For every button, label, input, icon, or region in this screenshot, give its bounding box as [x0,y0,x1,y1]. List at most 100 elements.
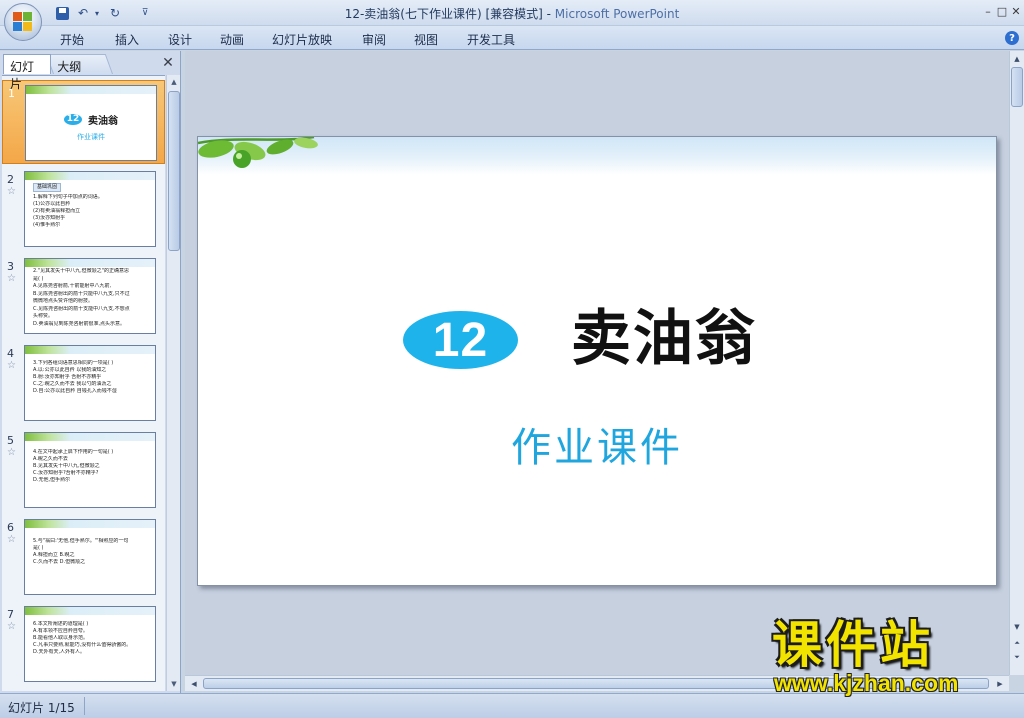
watermark: 课件站 www.kjzhan.com [772,616,1008,696]
previous-slide-icon[interactable]: ⏶ [1010,637,1024,649]
slide-thumbnail[interactable]: 6.本文所阐述的道理是( ) A.有本领不应自矜自夸。 B.能看他人取以身示范。… [24,606,156,682]
animation-star-icon: ☆ [7,621,16,632]
thumbnail-line: D.卖油翁见到陈尧咨射箭很准,点头示意。 [33,320,126,327]
scrollbar-thumb[interactable] [168,91,180,251]
thumbnail-line: 是( ) [33,545,44,551]
thumbnail-number: 2 [7,173,14,186]
vertical-scrollbar[interactable]: ▲ ▼ ⏶ ⏷ [1009,51,1024,675]
thumbnail-line: B.射:汝亦知射乎 吾射不亦精乎 [33,374,102,380]
thumbnail-line: C.见陈尧咨射出的箭十支能中八九支,不想点 [33,305,130,312]
thumbnail-line: 5.与"翁曰:'无他,但手熟尔。'"相照应的一句 [33,538,129,544]
office-button[interactable] [4,3,42,41]
watermark-logo-text: 课件站 [772,616,934,674]
thumbnail-number: 3 [7,260,14,273]
thumbnail-line: A.释担而立 B.睨之 [33,552,75,558]
thumbnail-row[interactable]: 2 ☆ 基础巩固 1.解释下列句子中加点的词语。 (1)公亦以此自矜 (2)有卖… [2,167,165,251]
scroll-up-icon[interactable]: ▲ [167,75,181,89]
next-slide-icon[interactable]: ⏷ [1010,651,1024,663]
thumbnail-line: 是( ) [33,275,44,282]
scroll-down-icon[interactable]: ▼ [167,677,181,691]
slide-thumbnail[interactable]: 基础巩固 1.解释下列句子中加点的词语。 (1)公亦以此自矜 (2)有卖油翁释担… [24,171,156,247]
close-pane-icon[interactable]: ✕ [160,55,176,71]
scrollbar-thumb[interactable] [1011,67,1023,107]
tab-developer[interactable]: 开发工具 [467,31,515,48]
thumbnail-line: (2)有卖油翁释担而立 [33,208,81,214]
status-bar: 幻灯片 1/15 [0,693,1024,718]
thumbnail-title-number: 12 [64,114,82,125]
window-title: 12-卖油翁(七下作业课件) [兼容模式] - Microsoft PowerP… [0,5,1024,22]
tab-insert[interactable]: 插入 [115,31,139,48]
tab-design[interactable]: 设计 [168,31,192,48]
thumbnail-row[interactable]: 5 ☆ 4.在文中起承上启下作用的一句是( ) A.睨之久而不去 B.见其发矢十… [2,428,165,512]
thumbnail-line: D.无他,但手熟尔 [33,477,71,483]
office-logo-icon [13,12,33,32]
thumbnail-row[interactable]: 1 12 卖油翁 作业课件 [2,80,165,164]
slide-subtitle[interactable]: 作业课件 [198,415,996,473]
title-bar: ↶ ▾ ↻ ⊽ 12-卖油翁(七下作业课件) [兼容模式] - Microsof… [0,0,1024,26]
thumbnail-line: C.凡事只要熟,就能巧,没有什么值得骄傲的。 [33,642,132,648]
current-slide[interactable]: 12 卖油翁 作业课件 [197,136,997,586]
thumbnail-line: 头称赞。 [33,313,54,319]
thumbnail-scrollbar[interactable]: ▲ ▼ [166,75,180,691]
tab-outline[interactable]: 大纲 [45,54,113,74]
slide-title[interactable]: 卖油翁 [571,303,757,375]
thumbnail-subtitle: 作业课件 [77,133,105,141]
tab-home[interactable]: 开始 [60,31,84,48]
slide-indicator: 幻灯片 1/15 [8,701,75,715]
slide-thumbnail[interactable]: 3.下列各组词语意思相同的一项是( ) A.以:公亦以此自矜 以我酌油知之 B.… [24,345,156,421]
thumbnail-banner [25,172,155,180]
thumbnail-row[interactable]: 3 ☆ 2."见其发矢十中八九,但微颔之"的正确意思 是( ) A.见陈尧咨射箭… [2,254,165,338]
slide-thumbnail[interactable]: 4.在文中起承上启下作用的一句是( ) A.睨之久而不去 B.见其发矢十中八九,… [24,432,156,508]
thumbnail-row[interactable]: 4 ☆ 3.下列各组词语意思相同的一项是( ) A.以:公亦以此自矜 以我酌油知… [2,341,165,425]
scroll-up-icon[interactable]: ▲ [1010,53,1024,65]
thumbnail-line: C.汝亦知射乎?吾射不亦精乎? [33,470,99,476]
tab-view[interactable]: 视图 [414,31,438,48]
slide-thumbnail[interactable]: 5.与"翁曰:'无他,但手熟尔。'"相照应的一句 是( ) A.释担而立 B.睨… [24,519,156,595]
scroll-left-icon[interactable]: ◀ [187,678,201,690]
thumbnail-line: 1.解释下列句子中加点的词语。 [33,194,103,200]
help-icon[interactable]: ? [1005,31,1019,45]
thumbnail-line: C.之:睨之久而不去 我以勺酌油沥之 [33,381,112,387]
thumbnail-title: 卖油翁 [88,116,118,127]
thumbnail-banner [25,346,155,354]
tab-slideshow[interactable]: 幻灯片放映 [272,31,332,48]
thumbnail-line: 6.本文所阐述的道理是( ) [33,621,89,627]
thumbnail-banner [25,433,155,441]
thumbnail-badge: 基础巩固 [33,183,62,192]
thumbnail-line: (1)公亦以此自矜 [33,201,71,207]
thumbnail-banner [25,259,155,267]
slide-thumbnail[interactable]: 2."见其发矢十中八九,但微颔之"的正确意思 是( ) A.见陈尧咨射箭,十箭能… [24,258,156,334]
animation-star-icon: ☆ [7,447,16,458]
animation-star-icon: ☆ [7,534,16,545]
animation-star-icon: ☆ [7,360,16,371]
thumbnail-line: A.以:公亦以此自矜 以我酌油知之 [33,367,107,373]
tab-animations[interactable]: 动画 [220,31,244,48]
thumbnail-line: 4.在文中起承上启下作用的一句是( ) [33,449,114,455]
document-title: 12-卖油翁(七下作业课件) [兼容模式] - [344,7,555,21]
thumbnail-banner [25,607,155,615]
animation-star-icon: ☆ [7,186,16,197]
lesson-number-badge: 12 [403,311,518,369]
thumbnail-number: 7 [7,608,14,621]
tab-outline-label: 大纲 [57,60,82,74]
slide-editing-area: 12 卖油翁 作业课件 [185,51,1009,675]
app-name: Microsoft PowerPoint [554,7,680,21]
thumbnail-line: (3)汝亦知射乎 [33,215,66,221]
tab-review[interactable]: 审阅 [362,31,386,48]
leaf-decoration-icon [198,137,318,168]
thumbnail-row[interactable]: 6 ☆ 5.与"翁曰:'无他,但手熟尔。'"相照应的一句 是( ) A.释担而立… [2,515,165,599]
thumbnail-banner [26,86,156,94]
watermark-url: www.kjzhan.com [774,670,959,696]
scroll-down-icon[interactable]: ▼ [1010,621,1024,633]
close-button[interactable]: ✕ [1006,3,1024,19]
slides-pane: 幻灯片 大纲 ✕ 1 12 卖油翁 作业课件 2 ☆ 基础巩固 1.解释下列句子中… [0,51,181,693]
thumbnail-line: (4)惟手熟尔 [33,222,61,228]
ribbon-tabs: 开始 插入 设计 动画 幻灯片放映 审阅 视图 开发工具 ? [0,26,1024,50]
thumbnail-list: 1 12 卖油翁 作业课件 2 ☆ 基础巩固 1.解释下列句子中加点的词语。 (1… [2,75,165,691]
slide-thumbnail[interactable]: 12 卖油翁 作业课件 [25,85,157,161]
thumbnail-line: 2."见其发矢十中八九,但微颔之"的正确意思 [33,268,129,274]
thumbnail-line: A.睨之久而不去 [33,456,68,462]
thumbnail-row[interactable]: 7 ☆ 6.本文所阐述的道理是( ) A.有本领不应自矜自夸。 B.能看他人取以… [2,602,165,686]
tab-slides[interactable]: 幻灯片 [3,54,51,91]
slide-title-row: 12 卖油翁 [198,303,996,375]
